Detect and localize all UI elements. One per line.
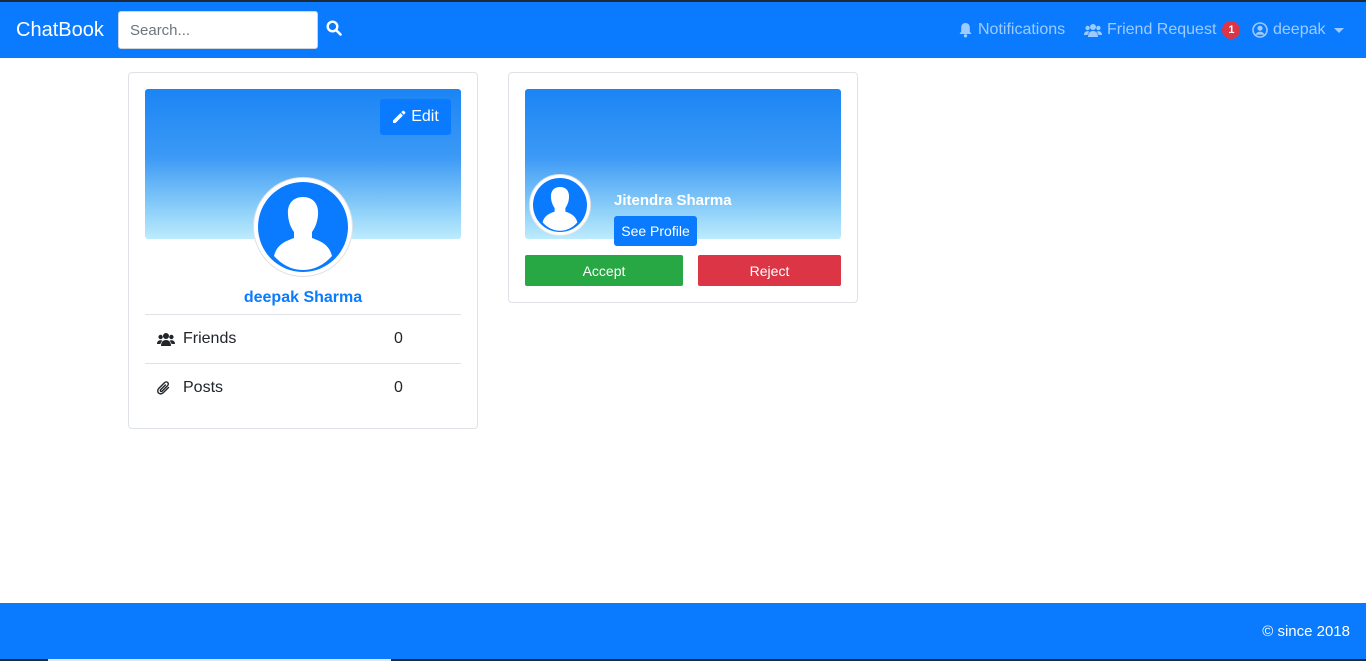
pencil-icon — [393, 110, 406, 123]
nav-user-label: deepak — [1273, 21, 1326, 38]
requester-avatar[interactable] — [529, 174, 591, 236]
footer: © since 2018 — [0, 603, 1366, 661]
profile-card: Edit deepak Sharma Friends 0 Posts 0 — [128, 72, 478, 429]
edit-profile-button[interactable]: Edit — [380, 99, 451, 135]
users-icon — [157, 332, 177, 347]
requester-name: Jitendra Sharma — [614, 192, 732, 209]
posts-label: Posts — [183, 379, 224, 396]
friends-count: 0 — [394, 330, 403, 347]
reject-button[interactable]: Reject — [698, 255, 841, 286]
brand-logo[interactable]: ChatBook — [16, 19, 104, 42]
accept-button[interactable]: Accept — [525, 255, 683, 286]
nav-friend-request[interactable]: Friend Request 1 — [1084, 21, 1241, 39]
footer-copyright: © since 2018 — [1262, 623, 1350, 640]
see-profile-button[interactable]: See Profile — [614, 216, 697, 246]
avatar-silhouette-icon — [533, 178, 587, 232]
avatar-silhouette-icon — [258, 182, 348, 272]
user-circle-icon — [1252, 22, 1268, 38]
nav-user-dropdown[interactable]: deepak — [1252, 21, 1344, 39]
chevron-down-icon — [1333, 27, 1344, 33]
users-icon — [1084, 23, 1102, 37]
search-icon — [326, 20, 342, 36]
posts-count: 0 — [394, 379, 403, 396]
navbar: ChatBook Notifications Friend Request 1 — [0, 0, 1366, 58]
paperclip-icon — [157, 380, 177, 396]
edit-button-label: Edit — [411, 108, 439, 125]
nav-notifications-label: Notifications — [978, 21, 1066, 38]
stat-row-friends: Friends 0 — [145, 314, 461, 363]
nav-friend-request-label: Friend Request — [1107, 21, 1217, 38]
nav-notifications[interactable]: Notifications — [958, 21, 1065, 39]
search-input[interactable] — [118, 11, 318, 49]
profile-avatar[interactable] — [253, 177, 353, 277]
friend-request-badge: 1 — [1222, 21, 1241, 39]
search-button[interactable] — [326, 20, 350, 44]
bell-icon — [959, 23, 972, 38]
stat-row-posts: Posts 0 — [145, 363, 461, 412]
friend-request-card: Jitendra Sharma See Profile Accept Rejec… — [508, 72, 858, 303]
friends-label: Friends — [183, 330, 237, 347]
profile-name[interactable]: deepak Sharma — [129, 289, 477, 307]
